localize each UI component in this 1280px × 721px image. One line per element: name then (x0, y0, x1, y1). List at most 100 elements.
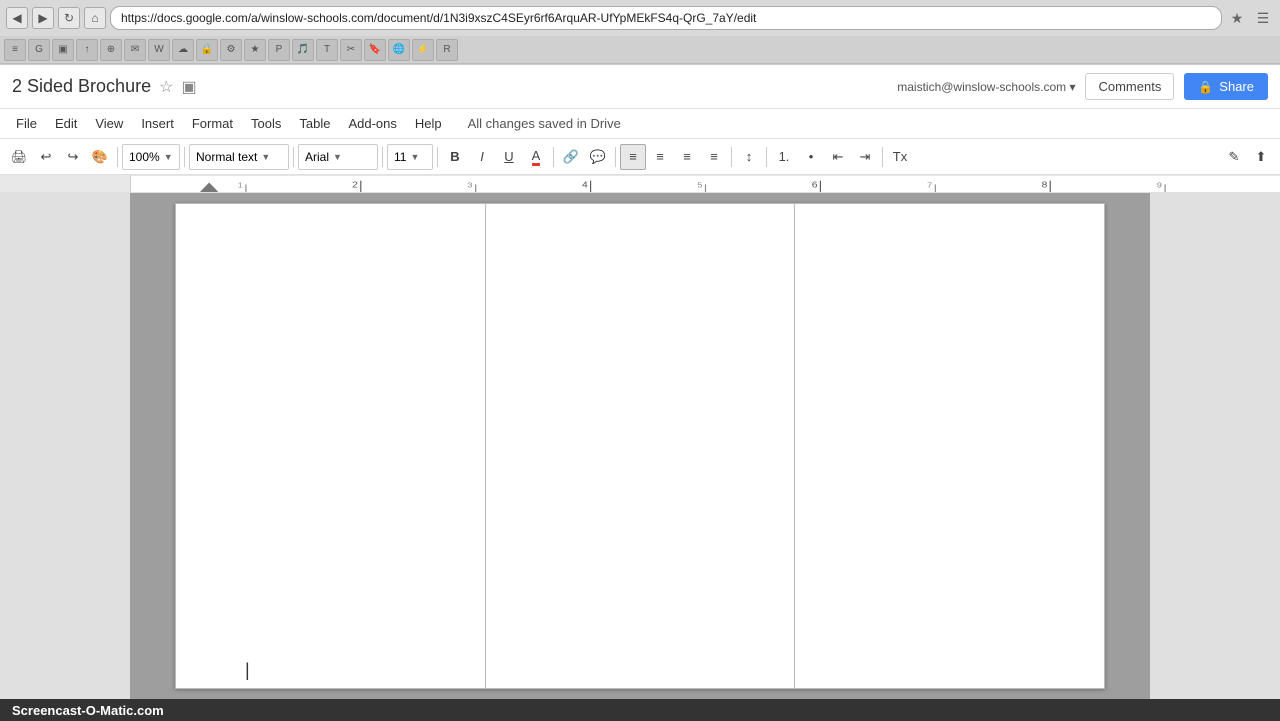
paint-format-icon[interactable]: 🎨 (87, 144, 113, 170)
ext-6-icon[interactable]: W (148, 39, 170, 61)
ext-15-icon[interactable]: 🔖 (364, 39, 386, 61)
comment-button[interactable]: 💬 (585, 144, 611, 170)
share-button[interactable]: 🔒 Share (1184, 73, 1268, 100)
svg-text:4: 4 (582, 180, 588, 190)
zoom-value: 100% (129, 150, 160, 164)
bottom-bar-text: Screencast-O-Matic.com (12, 703, 164, 718)
menu-format[interactable]: Format (184, 112, 241, 135)
ext-16-icon[interactable]: 🌐 (388, 39, 410, 61)
nav-home-button[interactable]: ⌂ (84, 7, 106, 29)
font-dropdown[interactable]: Arial ▼ (298, 144, 378, 170)
editing-mode-button[interactable]: ✎ (1221, 144, 1247, 170)
ext-8-icon[interactable]: 🔒 (196, 39, 218, 61)
svg-text:6: 6 (812, 180, 818, 190)
text-color-button[interactable]: A (523, 144, 549, 170)
ext-12-icon[interactable]: 🎵 (292, 39, 314, 61)
ruler: 2 4 6 8 1 3 5 7 9 (0, 175, 1280, 193)
clear-format-button[interactable]: Tx (887, 144, 913, 170)
right-sidebar (1150, 193, 1280, 699)
toolbar-separator-2 (184, 147, 185, 167)
italic-button[interactable]: I (469, 144, 495, 170)
ext-3-icon[interactable]: ↑ (76, 39, 98, 61)
document-page: | (175, 203, 1105, 689)
ext-1-icon[interactable]: G (28, 39, 50, 61)
menu-table[interactable]: Table (291, 112, 338, 135)
share-lock-icon: 🔒 (1198, 80, 1213, 94)
menu-help[interactable]: Help (407, 112, 450, 135)
ext-17-icon[interactable]: ⚡ (412, 39, 434, 61)
ext-11-icon[interactable]: P (268, 39, 290, 61)
numbered-list-button[interactable]: 1. (771, 144, 797, 170)
toolbar-separator-6 (553, 147, 554, 167)
user-email[interactable]: maistich@winslow-schools.com ▾ (897, 80, 1075, 94)
ext-13-icon[interactable]: T (316, 39, 338, 61)
size-arrow-icon: ▼ (410, 152, 419, 162)
doc-title: 2 Sided Brochure (12, 76, 151, 97)
nav-forward-button[interactable]: ▶ (32, 7, 54, 29)
nav-back-button[interactable]: ◀ (6, 7, 28, 29)
ruler-left (0, 175, 130, 192)
bookmark-icon[interactable]: ★ (1226, 7, 1248, 29)
decrease-indent-button[interactable]: ⇤ (825, 144, 851, 170)
align-justify-button[interactable]: ≡ (701, 144, 727, 170)
share-label: Share (1219, 79, 1254, 94)
bottom-bar: Screencast-O-Matic.com (0, 699, 1280, 721)
menu-insert[interactable]: Insert (133, 112, 182, 135)
menu-file[interactable]: File (8, 112, 45, 135)
align-left-button[interactable]: ≡ (620, 144, 646, 170)
ext-2-icon[interactable]: ▣ (52, 39, 74, 61)
table-cell-1[interactable] (176, 204, 486, 689)
toolbar-separator-4 (382, 147, 383, 167)
size-dropdown[interactable]: 11 ▼ (387, 144, 433, 170)
folder-icon[interactable]: ▣ (181, 77, 196, 97)
left-sidebar (0, 193, 130, 699)
menu-tools[interactable]: Tools (243, 112, 289, 135)
ext-4-icon[interactable]: ⊕ (100, 39, 122, 61)
bullet-list-button[interactable]: • (798, 144, 824, 170)
redo-icon[interactable]: ↪ (60, 144, 86, 170)
increase-indent-button[interactable]: ⇥ (852, 144, 878, 170)
undo-icon[interactable]: ↩ (33, 144, 59, 170)
ext-9-icon[interactable]: ⚙ (220, 39, 242, 61)
menu-view[interactable]: View (87, 112, 131, 135)
comments-button[interactable]: Comments (1085, 73, 1174, 100)
ext-5-icon[interactable]: ✉ (124, 39, 146, 61)
svg-text:9: 9 (1157, 180, 1162, 189)
menu-bar: File Edit View Insert Format Tools Table… (0, 109, 1280, 139)
bold-button[interactable]: B (442, 144, 468, 170)
document-canvas[interactable]: | (130, 193, 1150, 699)
menu-edit[interactable]: Edit (47, 112, 85, 135)
zoom-dropdown[interactable]: 100% ▼ (122, 144, 180, 170)
ext-14-icon[interactable]: ✂ (340, 39, 362, 61)
toolbar-separator-3 (293, 147, 294, 167)
ruler-body: 2 4 6 8 1 3 5 7 9 (130, 175, 1280, 192)
ext-18-icon[interactable]: R (436, 39, 458, 61)
star-icon[interactable]: ☆ (159, 77, 173, 97)
toolbar-separator-1 (117, 147, 118, 167)
address-bar[interactable]: https://docs.google.com/a/winslow-school… (110, 6, 1222, 30)
nav-reload-button[interactable]: ↻ (58, 7, 80, 29)
print-icon[interactable]: 🖨 (6, 144, 32, 170)
underline-button[interactable]: U (496, 144, 522, 170)
svg-text:3: 3 (467, 180, 472, 189)
menu-addons[interactable]: Add-ons (340, 112, 404, 135)
font-arrow-icon: ▼ (333, 152, 342, 162)
ext-7-icon[interactable]: ☁ (172, 39, 194, 61)
table-cell-3[interactable] (795, 204, 1105, 689)
browser-menu-icon[interactable]: ☰ (1252, 7, 1274, 29)
svg-text:7: 7 (927, 180, 932, 189)
sidebar-toggle-icon[interactable]: ≡ (4, 39, 26, 61)
align-center-button[interactable]: ≡ (647, 144, 673, 170)
ext-10-icon[interactable]: ★ (244, 39, 266, 61)
style-dropdown[interactable]: Normal text ▼ (189, 144, 289, 170)
toolbar: 🖨 ↩ ↪ 🎨 100% ▼ Normal text ▼ Arial ▼ 11 … (0, 139, 1280, 175)
toolbar-separator-10 (882, 147, 883, 167)
link-button[interactable]: 🔗 (558, 144, 584, 170)
more-tools-button[interactable]: ⬆ (1248, 144, 1274, 170)
line-spacing-button[interactable]: ↕ (736, 144, 762, 170)
text-cursor: | (245, 661, 250, 679)
table-cell-2[interactable] (485, 204, 795, 689)
align-right-button[interactable]: ≡ (674, 144, 700, 170)
document-table (175, 203, 1105, 689)
svg-text:1: 1 (238, 180, 243, 189)
